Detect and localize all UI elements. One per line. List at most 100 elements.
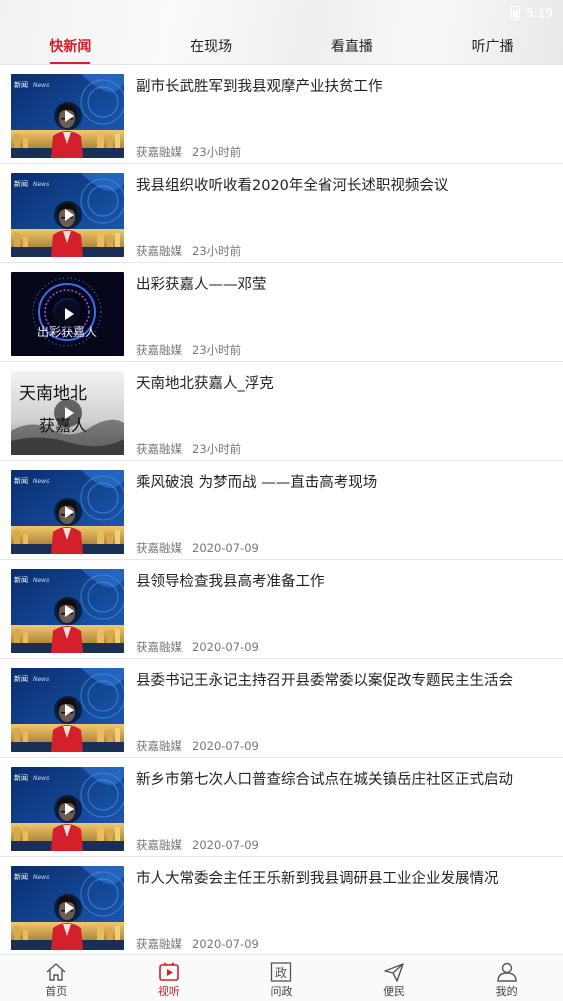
news-time: 2020-07-09: [192, 937, 259, 951]
news-source: 获嘉融媒: [136, 145, 182, 159]
news-title[interactable]: 新乡市第七次人口普查综合试点在城关镇岳庄社区正式启动: [136, 770, 545, 790]
svg-text:新闻: 新闻: [14, 575, 28, 584]
tab-0[interactable]: 快新闻: [0, 30, 141, 64]
svg-text:新闻: 新闻: [14, 80, 28, 89]
play-icon[interactable]: [53, 795, 82, 823]
play-icon[interactable]: [53, 498, 82, 526]
news-time: 2020-07-09: [192, 541, 259, 555]
news-meta: 获嘉融媒 2020-07-09: [136, 540, 259, 556]
tabbar-item-0[interactable]: 首页: [0, 955, 113, 1001]
play-icon[interactable]: [53, 399, 82, 427]
news-meta: 获嘉融媒 2020-07-09: [136, 639, 259, 655]
svg-text:天南地北: 天南地北: [19, 384, 87, 404]
news-meta: 获嘉融媒 2020-07-09: [136, 837, 259, 853]
news-thumbnail[interactable]: 新闻 News: [11, 74, 124, 158]
play-icon[interactable]: [53, 894, 82, 922]
news-time: 2020-07-09: [192, 838, 259, 852]
status-time: 5:19: [526, 6, 553, 20]
news-item[interactable]: 新闻 News 县委书记王永记主持召开县委常委以案促改专题民主生活会 获嘉融媒 2…: [0, 659, 563, 758]
news-thumbnail[interactable]: 新闻 News: [11, 569, 124, 653]
tabbar-item-3[interactable]: 便民: [338, 955, 451, 1001]
news-source: 获嘉融媒: [136, 442, 182, 456]
svg-text:新闻: 新闻: [14, 674, 28, 683]
news-time: 23小时前: [192, 244, 242, 258]
status-bar: 5:19: [511, 4, 553, 22]
tabbar-item-2[interactable]: 政问政: [225, 955, 338, 1001]
news-source: 获嘉融媒: [136, 244, 182, 258]
news-list: 新闻 News 副市长武胜军到我县观摩产业扶贫工作 获嘉融媒 23小时前 新闻 …: [0, 65, 563, 956]
news-title[interactable]: 出彩获嘉人——邓莹: [136, 275, 545, 295]
svg-text:新闻: 新闻: [14, 179, 28, 188]
news-source: 获嘉融媒: [136, 343, 182, 357]
news-source: 获嘉融媒: [136, 541, 182, 555]
svg-text:News: News: [33, 181, 49, 188]
play-icon[interactable]: [53, 300, 82, 328]
battery-icon: [511, 6, 521, 20]
news-item[interactable]: 新闻 News 县领导检查我县高考准备工作 获嘉融媒 2020-07-09: [0, 560, 563, 659]
news-item[interactable]: 新闻 News 市人大常委会主任王乐新到我县调研县工业企业发展情况 获嘉融媒 20…: [0, 857, 563, 956]
bottom-tabbar: 首页 视听政问政 便民 我的: [0, 954, 563, 1001]
news-source: 获嘉融媒: [136, 739, 182, 753]
tab-2[interactable]: 看直播: [282, 30, 423, 64]
news-item[interactable]: 天南地北 获嘉人 天南地北获嘉人_浮克 获嘉融媒 23小时前: [0, 362, 563, 461]
play-icon[interactable]: [53, 597, 82, 625]
svg-text:News: News: [33, 775, 49, 782]
zheng-icon: 政: [271, 962, 292, 982]
news-meta: 获嘉融媒 2020-07-09: [136, 936, 259, 952]
news-time: 2020-07-09: [192, 640, 259, 654]
news-time: 23小时前: [192, 343, 242, 357]
news-thumbnail[interactable]: 新闻 News: [11, 767, 124, 851]
tabbar-label: 视听: [157, 985, 180, 998]
news-source: 获嘉融媒: [136, 838, 182, 852]
news-title[interactable]: 我县组织收听收看2020年全省河长述职视频会议: [136, 176, 545, 196]
svg-text:News: News: [33, 874, 49, 881]
svg-text:News: News: [33, 82, 49, 89]
channel-tabs: 快新闻 在现场 看直播 听广播: [0, 30, 563, 64]
svg-text:政: 政: [275, 966, 287, 980]
news-time: 2020-07-09: [192, 739, 259, 753]
news-thumbnail[interactable]: 新闻 News: [11, 470, 124, 554]
tabbar-label: 问政: [270, 985, 293, 998]
news-source: 获嘉融媒: [136, 640, 182, 654]
tabbar-label: 便民: [383, 985, 406, 998]
play-icon[interactable]: [53, 102, 82, 130]
news-meta: 获嘉融媒 23小时前: [136, 441, 241, 457]
news-meta: 获嘉融媒 23小时前: [136, 243, 241, 259]
news-item[interactable]: 出彩获嘉人 出彩获嘉人——邓莹 获嘉融媒 23小时前: [0, 263, 563, 362]
svg-text:新闻: 新闻: [14, 872, 28, 881]
user-icon: [496, 962, 517, 982]
news-item[interactable]: 新闻 News 我县组织收听收看2020年全省河长述职视频会议 获嘉融媒 23小时…: [0, 164, 563, 263]
news-time: 23小时前: [192, 145, 242, 159]
news-time: 23小时前: [192, 442, 242, 456]
news-thumbnail[interactable]: 新闻 News: [11, 668, 124, 752]
news-meta: 获嘉融媒 2020-07-09: [136, 738, 259, 754]
news-title[interactable]: 乘风破浪 为梦而战 ——直击高考现场: [136, 473, 545, 493]
news-title[interactable]: 副市长武胜军到我县观摩产业扶贫工作: [136, 77, 545, 97]
news-title[interactable]: 市人大常委会主任王乐新到我县调研县工业企业发展情况: [136, 869, 545, 889]
svg-text:新闻: 新闻: [14, 773, 28, 782]
play-icon: [159, 962, 179, 981]
tab-3[interactable]: 听广播: [422, 30, 563, 64]
svg-text:新闻: 新闻: [14, 476, 28, 485]
play-icon[interactable]: [53, 201, 82, 229]
tabbar-label: 我的: [495, 985, 518, 998]
tabbar-item-1[interactable]: 视听: [113, 955, 226, 1001]
news-thumbnail[interactable]: 新闻 News: [11, 866, 124, 950]
tab-1[interactable]: 在现场: [141, 30, 282, 64]
news-item[interactable]: 新闻 News 副市长武胜军到我县观摩产业扶贫工作 获嘉融媒 23小时前: [0, 65, 563, 164]
news-title[interactable]: 县委书记王永记主持召开县委常委以案促改专题民主生活会: [136, 671, 545, 691]
svg-text:News: News: [33, 478, 49, 485]
news-thumbnail[interactable]: 出彩获嘉人: [11, 272, 124, 356]
tabbar-item-4[interactable]: 我的: [450, 955, 563, 1001]
svg-text:News: News: [33, 577, 49, 584]
news-thumbnail[interactable]: 天南地北 获嘉人: [11, 371, 124, 455]
home-icon: [46, 963, 66, 981]
news-source: 获嘉融媒: [136, 937, 182, 951]
news-item[interactable]: 新闻 News 新乡市第七次人口普查综合试点在城关镇岳庄社区正式启动 获嘉融媒 2…: [0, 758, 563, 857]
news-title[interactable]: 天南地北获嘉人_浮克: [136, 374, 545, 394]
play-icon[interactable]: [53, 696, 82, 724]
send-icon: [384, 963, 404, 982]
news-title[interactable]: 县领导检查我县高考准备工作: [136, 572, 545, 592]
news-item[interactable]: 新闻 News 乘风破浪 为梦而战 ——直击高考现场 获嘉融媒 2020-07-0…: [0, 461, 563, 560]
news-thumbnail[interactable]: 新闻 News: [11, 173, 124, 257]
